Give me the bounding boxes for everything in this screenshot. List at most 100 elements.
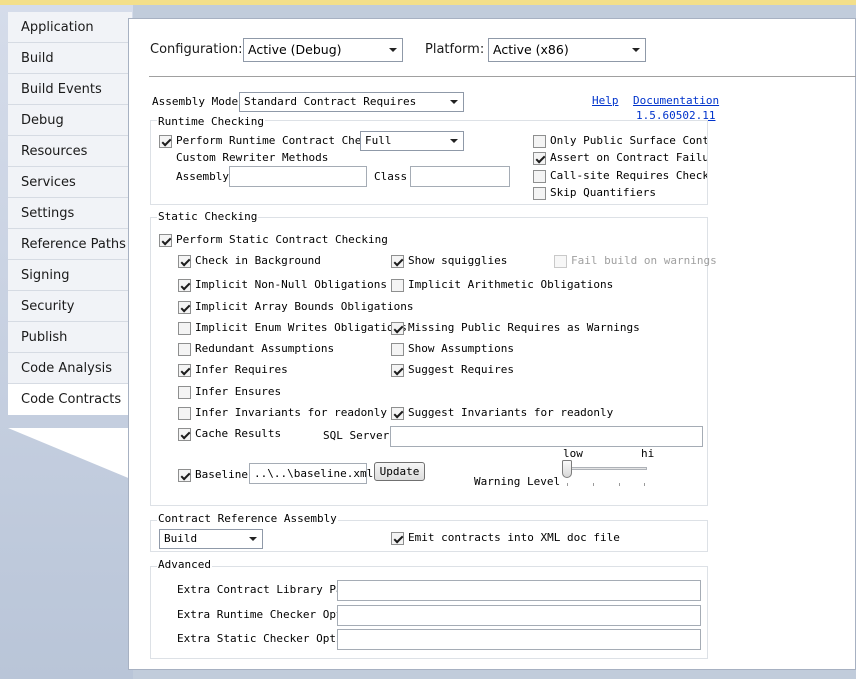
missing-public-requires-label: Missing Public Requires as Warnings <box>408 321 640 334</box>
tab-build-events[interactable]: Build Events <box>8 74 132 105</box>
rewriter-class-label: Class <box>374 170 408 183</box>
rewriter-class-input[interactable] <box>410 166 510 187</box>
show-squiggles-label: Show squigglies <box>408 254 508 267</box>
only-public-surface-label: Only Public Surface Contracts <box>550 134 707 147</box>
skip-quantifiers-checkbox[interactable] <box>533 187 546 200</box>
implicit-array-bounds-checkbox[interactable] <box>178 301 191 314</box>
only-public-surface-checkbox[interactable] <box>533 135 546 148</box>
cache-results-checkbox[interactable] <box>178 428 191 441</box>
baseline-checkbox[interactable] <box>178 469 191 482</box>
runtime-checking-title: Runtime Checking <box>157 115 265 128</box>
chevron-down-icon <box>450 100 458 104</box>
call-site-requires-label: Call-site Requires Checking <box>550 169 707 182</box>
extra-library-paths-label: Extra Contract Library Paths <box>177 583 337 596</box>
extra-static-options-label: Extra Static Checker Options <box>177 632 337 645</box>
header-divider <box>149 76 856 77</box>
baseline-path-value: ..\..\baseline.xml <box>254 467 374 480</box>
chevron-down-icon <box>249 537 257 541</box>
perform-runtime-checking-checkbox[interactable] <box>159 135 172 148</box>
chevron-down-icon <box>389 48 397 52</box>
contract-reference-select[interactable]: Build <box>159 529 263 549</box>
extra-runtime-options-input[interactable] <box>337 605 701 626</box>
fail-build-on-warnings-checkbox[interactable] <box>554 255 567 268</box>
implicit-enum-writes-checkbox[interactable] <box>178 322 191 335</box>
chevron-down-icon <box>632 48 640 52</box>
extra-runtime-options-label: Extra Runtime Checker Options <box>177 608 337 621</box>
suggest-invariants-readonly-checkbox[interactable] <box>391 407 404 420</box>
assembly-mode-value: Standard Contract Requires <box>244 95 417 108</box>
tab-build[interactable]: Build <box>8 43 132 74</box>
platform-value: Active (x86) <box>493 42 569 57</box>
update-button[interactable]: Update <box>374 462 425 481</box>
tab-code-contracts[interactable]: Code Contracts <box>8 384 134 415</box>
rewriter-assembly-label: Assembly <box>176 170 229 183</box>
runtime-level-select[interactable]: Full <box>360 131 464 151</box>
runtime-level-value: Full <box>365 134 392 147</box>
contract-reference-value: Build <box>164 532 198 545</box>
help-link[interactable]: Help <box>592 94 619 107</box>
configuration-select[interactable]: Active (Debug) <box>243 38 403 62</box>
implicit-arithmetic-label: Implicit Arithmetic Obligations <box>408 278 614 291</box>
check-in-background-checkbox[interactable] <box>178 255 191 268</box>
implicit-non-null-checkbox[interactable] <box>178 279 191 292</box>
show-assumptions-checkbox[interactable] <box>391 343 404 356</box>
tab-signing[interactable]: Signing <box>8 260 132 291</box>
tab-application[interactable]: Application <box>8 12 132 43</box>
slider-tick <box>593 483 594 486</box>
extra-library-paths-input[interactable] <box>337 580 701 601</box>
warning-level-slider-thumb[interactable] <box>562 460 572 478</box>
assert-on-failure-checkbox[interactable] <box>533 152 546 165</box>
assert-on-failure-label: Assert on Contract Failure <box>550 151 707 164</box>
baseline-path-input[interactable]: ..\..\baseline.xml <box>249 463 373 484</box>
infer-invariants-readonly-checkbox[interactable] <box>178 407 191 420</box>
redundant-assumptions-checkbox[interactable] <box>178 343 191 356</box>
sql-server-input[interactable] <box>390 426 703 447</box>
suggest-requires-checkbox[interactable] <box>391 364 404 377</box>
chevron-down-icon <box>450 139 458 143</box>
tab-resources[interactable]: Resources <box>8 136 132 167</box>
tab-debug[interactable]: Debug <box>8 105 132 136</box>
suggest-invariants-readonly-label: Suggest Invariants for readonly <box>408 406 614 419</box>
slider-tick <box>619 483 620 486</box>
perform-static-checking-label: Perform Static Contract Checking <box>176 233 388 246</box>
suggest-requires-label: Suggest Requires <box>408 363 514 376</box>
tab-settings[interactable]: Settings <box>8 198 132 229</box>
tab-code-analysis[interactable]: Code Analysis <box>8 353 132 384</box>
implicit-array-bounds-label: Implicit Array Bounds Obligations <box>195 300 414 313</box>
fail-build-on-warnings-label: Fail build on warnings <box>571 254 717 267</box>
infer-requires-label: Infer Requires <box>195 363 288 376</box>
tab-security[interactable]: Security <box>8 291 132 322</box>
cache-results-label: Cache Results <box>195 427 282 440</box>
tab-services[interactable]: Services <box>8 167 132 198</box>
assembly-mode-select[interactable]: Standard Contract Requires <box>239 92 464 112</box>
infer-ensures-checkbox[interactable] <box>178 386 191 399</box>
extra-static-options-input[interactable] <box>337 629 701 650</box>
code-contracts-panel: Configuration: Active (Debug) Platform: … <box>128 18 856 670</box>
emit-xml-label: Emit contracts into XML doc file <box>408 531 620 544</box>
infer-invariants-readonly-label: Infer Invariants for readonly <box>195 406 388 419</box>
custom-rewriter-label: Custom Rewriter Methods <box>176 151 329 164</box>
infer-requires-checkbox[interactable] <box>178 364 191 377</box>
skip-quantifiers-label: Skip Quantifiers <box>550 186 656 199</box>
documentation-link[interactable]: Documentation <box>633 94 719 107</box>
assembly-mode-label: Assembly Mode: <box>152 95 245 108</box>
platform-select[interactable]: Active (x86) <box>488 38 646 62</box>
emit-xml-checkbox[interactable] <box>391 532 404 545</box>
call-site-requires-checkbox[interactable] <box>533 170 546 183</box>
show-squiggles-checkbox[interactable] <box>391 255 404 268</box>
warning-level-label: Warning Level <box>474 475 561 488</box>
configuration-label: Configuration: <box>150 42 243 57</box>
slider-tick <box>567 483 568 486</box>
rewriter-assembly-input[interactable] <box>229 166 367 187</box>
slider-tick <box>644 483 645 486</box>
implicit-arithmetic-checkbox[interactable] <box>391 279 404 292</box>
implicit-non-null-label: Implicit Non-Null Obligations <box>195 278 388 291</box>
perform-static-checking-checkbox[interactable] <box>159 234 172 247</box>
infer-ensures-label: Infer Ensures <box>195 385 282 398</box>
warning-level-track[interactable] <box>567 467 647 470</box>
missing-public-requires-checkbox[interactable] <box>391 322 404 335</box>
tab-reference-paths[interactable]: Reference Paths <box>8 229 132 260</box>
configuration-value: Active (Debug) <box>248 42 342 57</box>
static-checking-title: Static Checking <box>157 210 259 223</box>
tab-publish[interactable]: Publish <box>8 322 132 353</box>
